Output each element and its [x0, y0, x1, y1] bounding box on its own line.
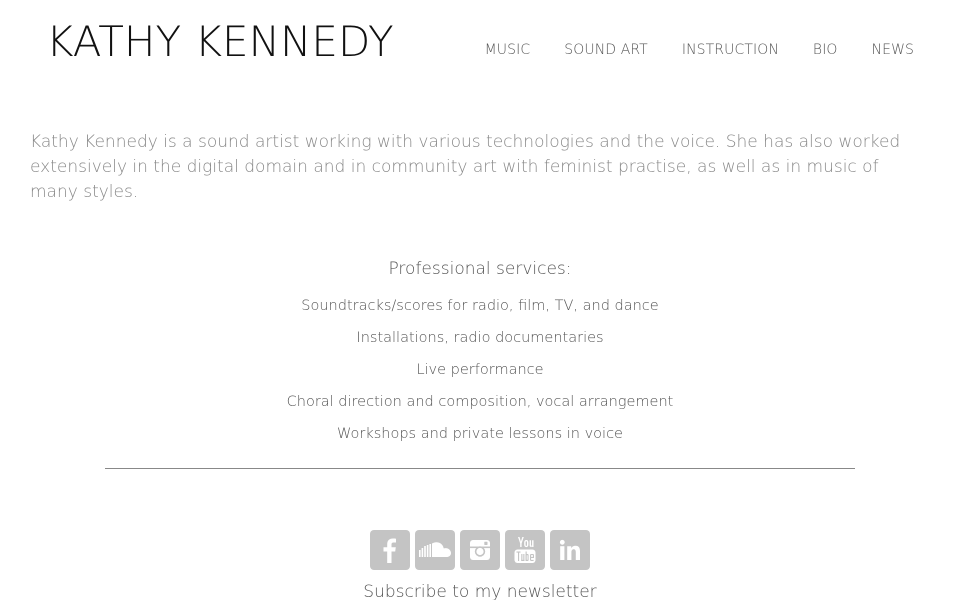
nav-item-bio[interactable]: BIO — [813, 40, 838, 60]
nav-item-music[interactable]: MUSIC — [485, 40, 531, 60]
service-item: Installations, radio documentaries — [356, 330, 604, 346]
service-item: Choral direction and composition, vocal … — [286, 394, 674, 410]
soundcloud-button[interactable] — [415, 530, 455, 570]
facebook-icon — [379, 537, 401, 563]
youtube-icon — [513, 536, 537, 564]
divider — [105, 468, 855, 469]
nav-item-news[interactable]: NEWS — [872, 40, 914, 60]
services-section: Professional services: Soundtracks/score… — [0, 256, 960, 450]
nav-item-instruction[interactable]: INSTRUCTION — [682, 40, 779, 60]
linkedin-icon — [559, 539, 581, 561]
nav-item-sound-art[interactable]: SOUND ART — [564, 40, 648, 60]
service-item: Workshops and private lessons in voice — [337, 426, 623, 442]
youtube-button[interactable] — [505, 530, 545, 570]
main-nav: MUSIC SOUND ART INSTRUCTION BIO NEWS — [485, 40, 914, 60]
facebook-button[interactable] — [370, 530, 410, 570]
newsletter-link[interactable]: Subscribe to my newsletter — [0, 580, 960, 600]
page: KATHY KENNEDY MUSIC SOUND ART INSTRUCTIO… — [0, 0, 960, 600]
social-links — [370, 530, 590, 570]
soundcloud-icon — [418, 541, 452, 559]
instagram-button[interactable] — [460, 530, 500, 570]
site-title[interactable]: KATHY KENNEDY — [46, 16, 394, 68]
intro-paragraph: Kathy Kennedy is a sound artist working … — [30, 132, 901, 202]
linkedin-button[interactable] — [550, 530, 590, 570]
service-item: Live performance — [416, 362, 544, 378]
services-heading: Professional services: — [388, 259, 572, 279]
service-item: Soundtracks/scores for radio, film, TV, … — [301, 298, 659, 314]
instagram-icon — [469, 539, 491, 561]
